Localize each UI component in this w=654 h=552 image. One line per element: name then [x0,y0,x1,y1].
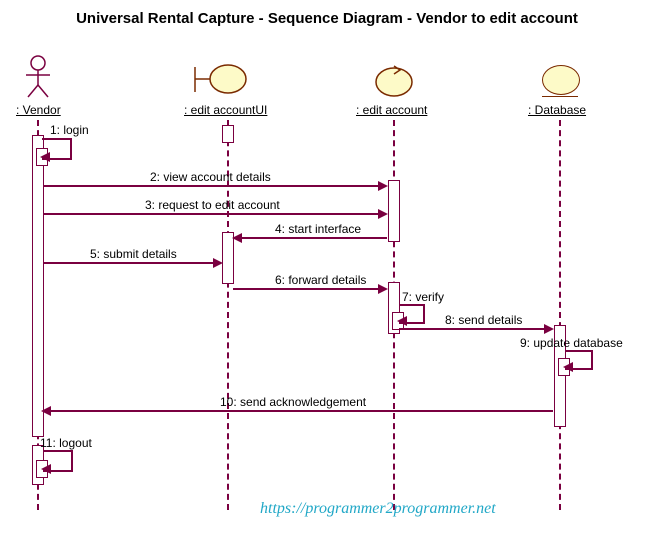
diagram-title: Universal Rental Capture - Sequence Diag… [0,10,654,27]
msg7-head [397,316,407,326]
msg10-label: 10: send acknowledgement [220,395,366,409]
msg2-arrow [43,185,386,187]
entity-baseline [542,96,578,97]
msg4-head [232,233,242,243]
msg7-label: 7: verify [402,290,444,304]
controller-label: : edit account [356,103,427,117]
control-icon [372,62,416,102]
msg5-arrow [43,262,221,264]
msg8-label: 8: send details [445,313,522,327]
msg2-label: 2: view account details [150,170,271,184]
msg3-head [378,209,388,219]
msg11-label: 11: logout [40,436,92,450]
msg1-label: 1: login [50,123,89,137]
db-label: : Database [528,103,586,117]
msg2-head [378,181,388,191]
msg9-label: 9: update database [520,336,623,350]
db-lifeline [559,120,561,510]
vendor-activation-1 [32,135,44,437]
vendor-actor-icon [23,55,53,100]
msg4-label: 4: start interface [275,222,361,236]
msg1-head [40,152,50,162]
ui-activation-1 [222,125,234,143]
msg8-head [544,324,554,334]
msg3-label: 3: request to edit account [145,198,280,212]
boundary-icon [190,62,250,102]
msg11-head [41,464,51,474]
msg10-arrow [43,410,553,412]
msg5-label: 5: submit details [90,247,177,261]
vendor-label: : Vendor [16,103,61,117]
msg9-head [563,362,573,372]
msg8-arrow [399,328,552,330]
entity-icon [542,65,580,95]
msg4-arrow [234,237,387,239]
msg3-arrow [43,213,386,215]
msg6-head [378,284,388,294]
controller-activation-1 [388,180,400,242]
watermark-text: https://programmer2programmer.net [260,500,496,518]
msg5-head [213,258,223,268]
msg6-arrow [233,288,386,290]
msg10-head [41,406,51,416]
msg6-label: 6: forward details [275,273,366,287]
ui-label: : edit accountUI [184,103,267,117]
